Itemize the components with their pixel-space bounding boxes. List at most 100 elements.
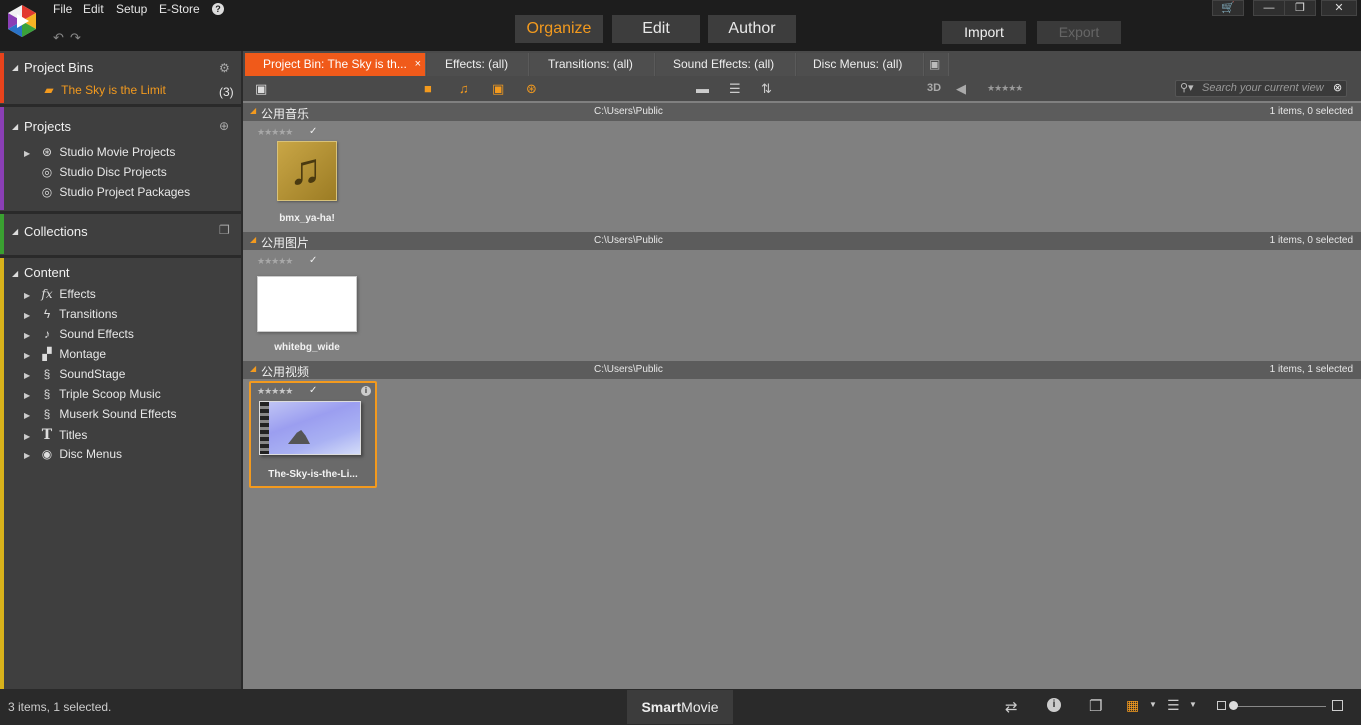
add-to-bin-icon[interactable]: ▣ <box>255 81 267 97</box>
tree-item-effects[interactable]: ▶ fx Effects <box>24 287 96 305</box>
cart-icon[interactable]: 🛒 <box>1212 0 1244 16</box>
export-button[interactable]: Export <box>1037 21 1121 44</box>
tree-item-sound-effects[interactable]: ▶ ♪ Sound Effects <box>24 327 134 345</box>
item-rating[interactable]: ★★★★★ <box>257 386 293 397</box>
stack-icon[interactable]: ❐ <box>1089 697 1102 715</box>
small-size-icon[interactable] <box>1217 701 1226 710</box>
collapse-triangle-icon[interactable]: ◢ <box>12 269 18 278</box>
large-size-icon[interactable] <box>1332 700 1343 711</box>
info-icon[interactable]: i <box>361 386 371 396</box>
content-title[interactable]: Content <box>24 265 70 280</box>
tree-item-studio-disc-projects[interactable]: ◎ Studio Disc Projects <box>24 165 167 183</box>
tree-item-triple-scoop-music[interactable]: ▶ § Triple Scoop Music <box>24 387 161 405</box>
organize-tab[interactable]: Organize <box>515 15 603 43</box>
collapse-triangle-icon[interactable]: ◢ <box>12 63 18 72</box>
group-header-video[interactable]: ◢ 公用视频 C:\Users\Public 1 items, 1 select… <box>243 361 1361 379</box>
author-tab[interactable]: Author <box>708 15 796 43</box>
tree-item-disc-menus[interactable]: ▶ ◉ Disc Menus <box>24 447 122 465</box>
project-filter-icon[interactable]: ⊛ <box>526 81 537 97</box>
close-tab-icon[interactable]: × <box>415 53 421 76</box>
close-icon[interactable]: ✕ <box>1321 0 1357 16</box>
thumbnail-view-icon[interactable]: ▦ <box>1126 697 1139 714</box>
collapse-triangle-icon[interactable]: ◢ <box>12 227 18 236</box>
item-name: The-Sky-is-the-Li... <box>268 469 358 480</box>
video-filter-icon[interactable]: ■ <box>424 81 432 96</box>
projects-add-icon[interactable]: ⊕ <box>219 119 237 133</box>
sync-icon[interactable]: ⇄ <box>1005 698 1018 716</box>
tree-item-transitions[interactable]: ▶ ϟ Transitions <box>24 307 117 325</box>
tab-project-bin[interactable]: Project Bin: The Sky is th... × <box>245 53 426 76</box>
expand-arrow-icon[interactable]: ▶ <box>24 391 38 400</box>
zoom-slider-handle[interactable] <box>1229 701 1238 710</box>
list-view-icon[interactable]: ☰ <box>1167 697 1180 714</box>
tab-sound-effects[interactable]: Sound Effects: (all) <box>656 53 796 76</box>
tree-item-titles[interactable]: ▶ T Titles <box>24 427 87 445</box>
menu-edit[interactable]: Edit <box>83 2 104 16</box>
group-header-pictures[interactable]: ◢ 公用图片 C:\Users\Public 1 items, 0 select… <box>243 232 1361 250</box>
tree-item-muserk-sound-effects[interactable]: ▶ § Muserk Sound Effects <box>24 407 177 425</box>
tree-item-soundstage[interactable]: ▶ § SoundStage <box>24 367 125 385</box>
chevron-down-icon[interactable]: ▼ <box>1149 700 1157 709</box>
collapse-triangle-icon[interactable]: ◢ <box>250 364 256 373</box>
bins-settings-icon[interactable]: ⚙ <box>219 61 237 75</box>
item-used-check-icon: ✓ <box>309 255 318 266</box>
projects-title[interactable]: Projects <box>24 119 71 134</box>
tab-disc-menus[interactable]: Disc Menus: (all) <box>797 53 924 76</box>
menu-setup[interactable]: Setup <box>116 2 147 16</box>
group-header-music[interactable]: ◢ 公用音乐 C:\Users\Public 1 items, 0 select… <box>243 103 1361 121</box>
smartmovie-button[interactable]: SmartMovie <box>627 690 733 724</box>
clear-search-icon[interactable]: ⊗ <box>1333 81 1342 94</box>
collections-title[interactable]: Collections <box>24 224 88 239</box>
tree-item-studio-movie-projects[interactable]: ▶ ⊛ Studio Movie Projects <box>24 145 175 163</box>
add-tab-icon[interactable]: ▣ <box>925 53 949 76</box>
minimize-icon[interactable]: — <box>1253 0 1285 16</box>
tag-icon[interactable]: ◀ <box>956 81 966 97</box>
restore-icon[interactable]: ❐ <box>1284 0 1316 16</box>
undo-icon[interactable]: ↶ <box>53 30 64 46</box>
bin-item-sky[interactable]: ▰ The Sky is the Limit <box>40 83 165 101</box>
clef-icon: § <box>43 387 51 401</box>
image-thumbnail[interactable] <box>257 276 357 332</box>
audio-filter-icon[interactable]: ♫ <box>459 81 469 96</box>
sort-icon[interactable]: ⇅ <box>761 81 772 97</box>
video-thumbnail[interactable] <box>259 401 361 455</box>
collapse-triangle-icon[interactable]: ◢ <box>250 106 256 115</box>
expand-arrow-icon[interactable]: ▶ <box>24 331 38 340</box>
expand-arrow-icon[interactable]: ▶ <box>24 371 38 380</box>
collapse-triangle-icon[interactable]: ◢ <box>12 122 18 131</box>
help-icon[interactable]: ? <box>212 3 224 15</box>
expand-arrow-icon[interactable]: ▶ <box>24 291 38 300</box>
chevron-down-icon[interactable]: ▼ <box>1189 700 1197 709</box>
menu-file[interactable]: File <box>53 2 72 16</box>
edit-tab[interactable]: Edit <box>612 15 700 43</box>
collapse-triangle-icon[interactable]: ◢ <box>250 235 256 244</box>
tab-effects[interactable]: Effects: (all) <box>427 53 529 76</box>
expand-arrow-icon[interactable]: ▶ <box>24 451 38 460</box>
audio-thumbnail[interactable]: ♫ <box>277 141 337 201</box>
project-bins-title[interactable]: Project Bins <box>24 60 93 75</box>
video-item-selected[interactable]: ★★★★★ ✓ i The-Sky-is-the-Li... <box>249 381 377 488</box>
zoom-slider[interactable] <box>1230 706 1326 707</box>
pinnacle-logo-icon <box>8 5 36 37</box>
photo-filter-icon[interactable]: ▣ <box>492 81 504 97</box>
expand-arrow-icon[interactable]: ▶ <box>24 149 38 158</box>
details-view-icon[interactable]: ☰ <box>729 81 741 97</box>
expand-arrow-icon[interactable]: ▶ <box>24 311 38 320</box>
folder-icon[interactable]: ▬ <box>696 81 709 96</box>
item-rating[interactable]: ★★★★★ <box>257 127 293 138</box>
rating-filter[interactable]: ★★★★★ <box>987 83 1023 94</box>
redo-icon[interactable]: ↷ <box>70 30 81 46</box>
tab-transitions[interactable]: Transitions: (all) <box>530 53 655 76</box>
expand-arrow-icon[interactable]: ▶ <box>24 351 38 360</box>
expand-arrow-icon[interactable]: ▶ <box>24 432 38 441</box>
search-input[interactable]: Search your current view <box>1175 80 1347 97</box>
import-button[interactable]: Import <box>942 21 1026 44</box>
tree-item-studio-project-packages[interactable]: ◎ Studio Project Packages <box>24 185 190 203</box>
collections-icon[interactable]: ❐ <box>219 223 237 237</box>
menu-estore[interactable]: E-Store <box>159 2 200 16</box>
info-icon[interactable]: i <box>1047 698 1061 712</box>
expand-arrow-icon[interactable]: ▶ <box>24 411 38 420</box>
item-rating[interactable]: ★★★★★ <box>257 256 293 267</box>
3d-filter-icon[interactable]: 3D <box>927 82 941 94</box>
tree-item-montage[interactable]: ▶ ▞ Montage <box>24 347 106 365</box>
